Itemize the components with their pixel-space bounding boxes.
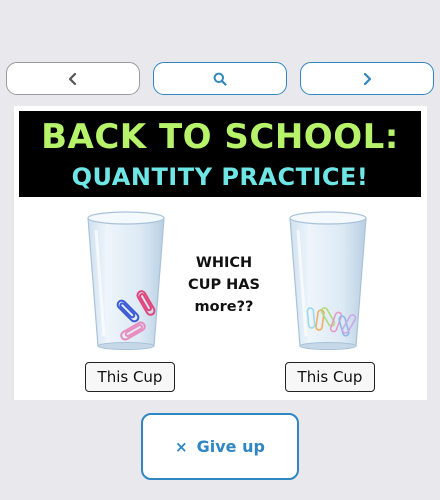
search-button[interactable]	[153, 62, 287, 95]
question-text: WHICH CUP HAS more??	[188, 255, 260, 315]
left-cup-image	[84, 210, 168, 354]
previous-button[interactable]	[6, 62, 140, 95]
chevron-right-icon	[361, 72, 373, 86]
banner-subtitle: QUANTITY PRACTICE!	[71, 163, 369, 191]
question-card: BACK TO SCHOOL: QUANTITY PRACTICE! WHICH…	[14, 106, 427, 400]
search-icon	[213, 72, 227, 86]
right-cup-button[interactable]: This Cup	[285, 362, 375, 392]
next-button[interactable]	[300, 62, 434, 95]
close-icon: ×	[175, 437, 188, 456]
banner-title: BACK TO SCHOOL:	[41, 117, 399, 157]
chevron-left-icon	[67, 72, 79, 86]
title-banner: BACK TO SCHOOL: QUANTITY PRACTICE!	[19, 111, 421, 197]
right-cup-image	[286, 210, 370, 354]
give-up-label: Give up	[196, 437, 265, 456]
give-up-button[interactable]: × Give up	[141, 413, 299, 480]
left-cup-button[interactable]: This Cup	[85, 362, 175, 392]
